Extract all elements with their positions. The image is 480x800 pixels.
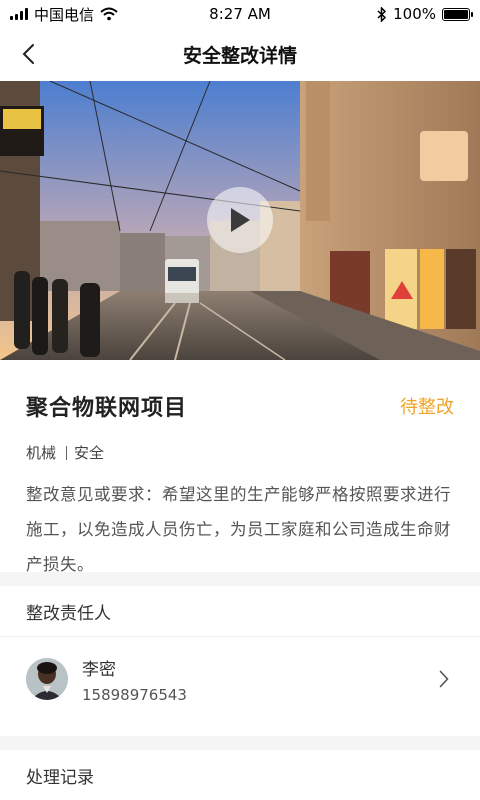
tag-list: 机械 安全: [26, 442, 454, 463]
carrier-label: 中国电信: [34, 5, 95, 24]
tag-item: 安全: [74, 444, 105, 462]
tag-divider: [66, 445, 68, 460]
responsible-person-row[interactable]: 李密 15898976543: [0, 637, 480, 721]
nav-bar: 安全整改详情: [0, 28, 480, 80]
bluetooth-icon: [377, 6, 387, 22]
tag-item: 机械: [26, 444, 57, 462]
project-info: 聚合物联网项目 待整改 机械 安全 整改意见或要求：希望这里的生产能够严格按照要…: [0, 360, 480, 574]
avatar: [26, 658, 68, 700]
wifi-icon: [100, 7, 118, 21]
chevron-left-icon: [22, 44, 34, 64]
status-bar: 中国电信 8:27 AM 100%: [0, 0, 480, 28]
rectification-description: 整改意见或要求：希望这里的生产能够严格按照要求进行施工，以免造成人员伤亡，为员工…: [26, 485, 451, 574]
records-section-title: 处理记录: [0, 750, 480, 800]
signal-icon: [10, 8, 28, 20]
battery-percent: 100%: [393, 5, 436, 23]
status-badge: 待整改: [400, 397, 454, 418]
section-gap: [0, 736, 480, 750]
person-phone: 15898976543: [82, 685, 187, 704]
project-title: 聚合物联网项目: [26, 396, 188, 421]
battery-icon: [442, 7, 473, 21]
chevron-right-icon: [434, 669, 454, 689]
responsible-section-title: 整改责任人: [0, 586, 480, 636]
play-button[interactable]: [207, 187, 273, 253]
hero-video[interactable]: [0, 81, 480, 360]
play-icon: [231, 208, 250, 232]
status-time: 8:27 AM: [209, 5, 271, 23]
back-button[interactable]: [8, 34, 48, 74]
person-name: 李密: [82, 659, 116, 680]
section-gap: [0, 572, 480, 586]
page-title: 安全整改详情: [182, 44, 297, 67]
